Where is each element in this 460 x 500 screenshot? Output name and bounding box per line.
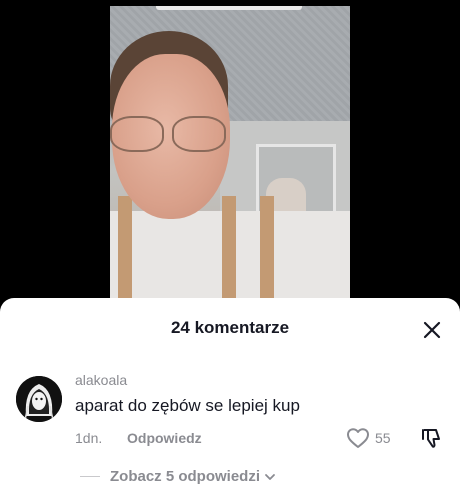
reply-button[interactable]: Odpowiedz bbox=[127, 430, 202, 446]
comment-username[interactable]: alakoala bbox=[75, 372, 127, 388]
comment-text: aparat do zębów se lepiej kup bbox=[75, 396, 300, 415]
screen: 24 komentarze alakoala aparat do zębów s… bbox=[0, 0, 460, 500]
video-top-bar bbox=[156, 6, 302, 10]
heart-icon bbox=[347, 428, 369, 448]
video-glasses-right bbox=[172, 116, 226, 152]
like-button[interactable]: 55 bbox=[346, 427, 391, 449]
video-glasses-left bbox=[110, 116, 164, 152]
close-button[interactable] bbox=[420, 318, 444, 342]
view-replies-label: Zobacz 5 odpowiedzi bbox=[110, 468, 261, 485]
video-shirt-stripe bbox=[222, 196, 236, 306]
video-shirt-stripe bbox=[260, 196, 274, 306]
comments-sheet: 24 komentarze alakoala aparat do zębów s… bbox=[0, 298, 460, 500]
like-count: 55 bbox=[375, 430, 391, 446]
view-replies-button[interactable]: Zobacz 5 odpowiedzi bbox=[80, 468, 276, 485]
chevron-down-icon bbox=[265, 473, 275, 480]
video-shirt-stripe bbox=[118, 196, 132, 306]
close-icon bbox=[423, 321, 441, 339]
comment-time: 1dn. bbox=[75, 430, 103, 446]
avatar-image bbox=[16, 376, 62, 422]
avatar[interactable] bbox=[16, 376, 62, 422]
dislike-button[interactable] bbox=[420, 426, 444, 450]
thumbs-down-icon bbox=[422, 429, 440, 448]
replies-divider-line bbox=[80, 476, 100, 477]
comments-title: 24 komentarze bbox=[170, 318, 290, 337]
video-player[interactable] bbox=[110, 6, 350, 306]
